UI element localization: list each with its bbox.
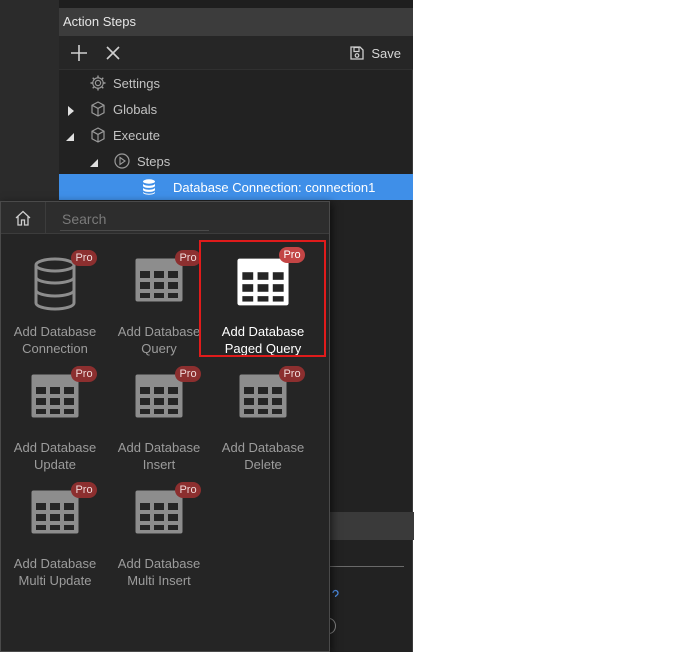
- tile-label: Add Database Multi Insert: [117, 556, 201, 588]
- add-step-popup: Pro Add Database Connection Pro Add Data…: [0, 201, 330, 652]
- tile-label: Add Database Insert: [117, 440, 201, 472]
- tile-label: Add Database Connection: [13, 324, 97, 356]
- popup-header: [1, 202, 329, 234]
- collapse-arrow-icon[interactable]: [89, 156, 99, 167]
- cube-icon: [89, 100, 107, 118]
- panel-title: Action Steps: [59, 8, 413, 36]
- save-icon: [350, 46, 365, 60]
- table-icon: [135, 374, 183, 418]
- cube-icon: [89, 126, 107, 144]
- tile-label: Add Database Update: [13, 440, 97, 472]
- tile-add-database-connection[interactable]: Pro Add Database Connection: [3, 250, 107, 362]
- tile-label: Add Database Delete: [221, 440, 305, 472]
- table-icon: [31, 374, 79, 418]
- pro-badge: Pro: [71, 482, 97, 498]
- tile-add-database-update[interactable]: Pro Add Database Update: [3, 366, 107, 478]
- collapse-arrow-icon[interactable]: [65, 130, 75, 141]
- divider: [330, 566, 404, 567]
- pro-badge: Pro: [71, 366, 97, 382]
- tree-item-settings[interactable]: Settings: [59, 70, 413, 96]
- table-icon: [31, 490, 79, 534]
- save-button[interactable]: Save: [349, 43, 401, 63]
- home-icon: [15, 210, 31, 226]
- table-icon: [135, 490, 183, 534]
- pro-badge: Pro: [175, 482, 201, 498]
- gear-icon: [89, 74, 107, 92]
- help-icon[interactable]: [329, 588, 341, 602]
- tree-item-label: Steps: [137, 153, 171, 169]
- pro-badge: Pro: [175, 250, 201, 266]
- pro-badge: Pro: [175, 366, 201, 382]
- database-icon: [140, 178, 158, 196]
- tree-item-label: Database Connection: connection1: [173, 179, 376, 195]
- tile-add-database-query[interactable]: Pro Add Database Query: [107, 250, 211, 362]
- tile-add-database-multi-update[interactable]: Pro Add Database Multi Update: [3, 482, 107, 594]
- table-icon: [135, 258, 183, 302]
- home-button[interactable]: [1, 202, 46, 234]
- tree-item-label: Globals: [113, 101, 158, 117]
- plus-icon[interactable]: [68, 42, 90, 64]
- panel-top-strip: [59, 0, 413, 8]
- tile-add-database-multi-insert[interactable]: Pro Add Database Multi Insert: [107, 482, 211, 594]
- tile-label: Add Database Query: [117, 324, 201, 356]
- database-icon: [34, 257, 76, 311]
- pro-badge: Pro: [279, 366, 305, 382]
- tree-item-label: Settings: [113, 75, 160, 91]
- tile-add-database-delete[interactable]: Pro Add Database Delete: [211, 366, 315, 478]
- save-label: Save: [371, 45, 401, 61]
- table-icon: [239, 374, 287, 418]
- tile-add-database-insert[interactable]: Pro Add Database Insert: [107, 366, 211, 478]
- tree-item-execute[interactable]: Execute: [59, 122, 413, 148]
- pro-badge: Pro: [71, 250, 97, 266]
- tree-item-database-connection[interactable]: Database Connection: connection1: [59, 174, 413, 200]
- expand-arrow-icon[interactable]: [66, 104, 76, 116]
- highlight-box: [199, 240, 326, 357]
- play-circle-icon: [113, 152, 131, 170]
- tree-item-label: Execute: [113, 127, 160, 143]
- properties-header-bar: [330, 512, 414, 540]
- close-icon[interactable]: [102, 42, 124, 64]
- tile-label: Add Database Multi Update: [13, 556, 97, 588]
- tree-item-globals[interactable]: Globals: [59, 96, 413, 122]
- panel-toolbar: Save: [59, 36, 413, 70]
- search-input[interactable]: [60, 208, 209, 231]
- tree-item-steps[interactable]: Steps: [59, 148, 413, 174]
